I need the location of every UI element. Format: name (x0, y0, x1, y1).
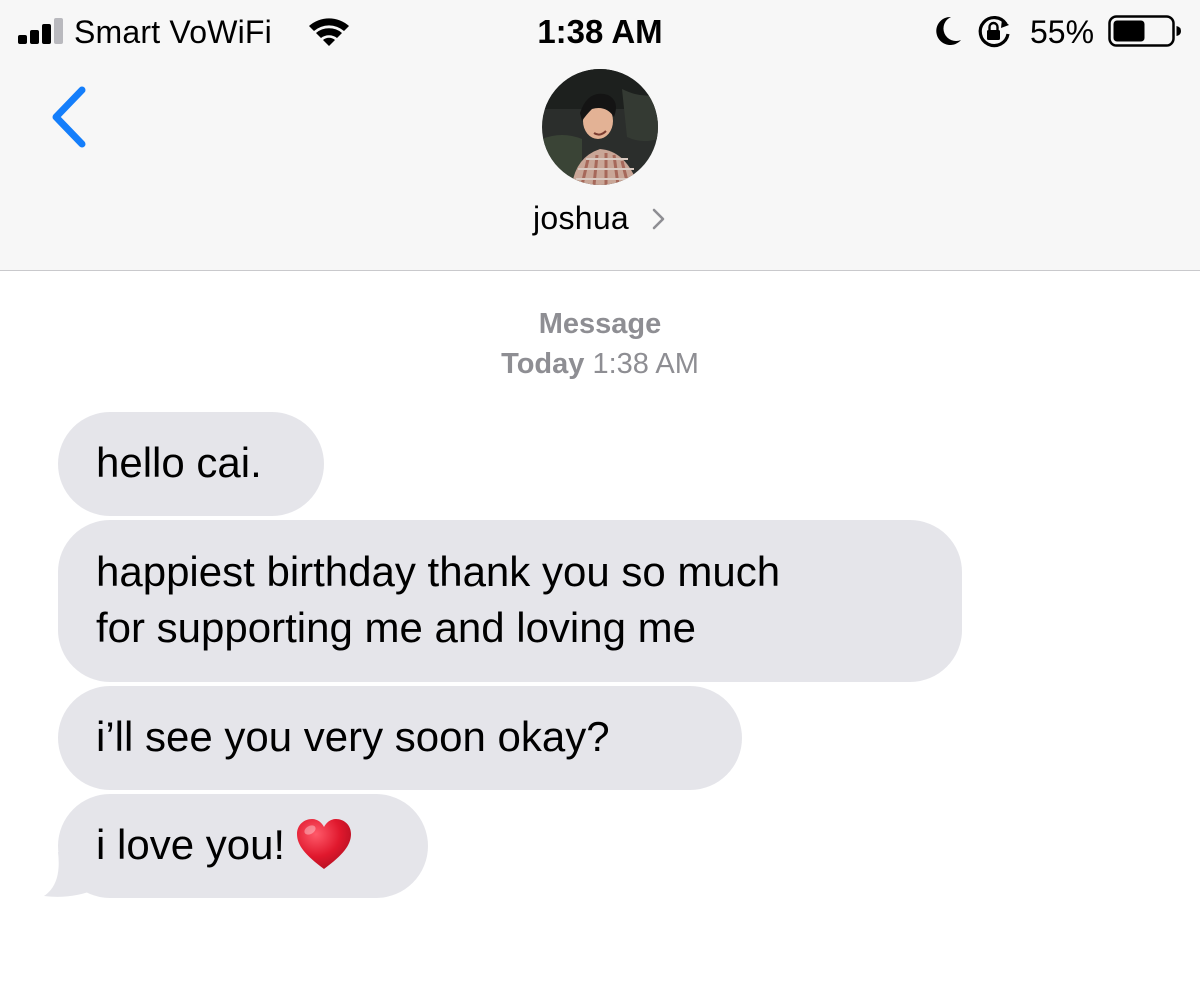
battery-percentage: 55% (1030, 14, 1095, 50)
navigation-header: Smart VoWiFi 1:38 AM 55% joshua (0, 0, 1200, 271)
message-bubble[interactable]: happiest birthday thank you so much for … (58, 520, 962, 682)
message-text-line: for supporting me and loving me (96, 604, 696, 651)
lock-rotation-icon (978, 16, 1010, 48)
avatar-photo (542, 69, 658, 185)
timestamp-time: 1:38 AM (592, 348, 699, 380)
message-text: hello cai. (96, 439, 262, 486)
status-time: 1:38 AM (537, 13, 663, 50)
status-bar: Smart VoWiFi 1:38 AM 55% (0, 0, 1200, 62)
moon-icon (936, 16, 961, 45)
message-text: i’ll see you very soon okay? (96, 713, 610, 760)
message-bubble[interactable]: hello cai. (58, 412, 324, 516)
message-text-line: happiest birthday thank you so much (96, 548, 781, 595)
battery-icon (1108, 15, 1181, 47)
contact-header[interactable]: joshua (0, 196, 1200, 240)
timestamp-line: Today 1:38 AM (0, 344, 1200, 384)
message-text: i love you! (96, 821, 286, 868)
chevron-right-icon[interactable] (651, 207, 667, 231)
service-label: Message (538, 308, 662, 340)
chevron-left-icon[interactable] (44, 82, 90, 152)
message-bubble[interactable]: i love you! (58, 794, 428, 898)
contact-name[interactable]: joshua (533, 200, 629, 236)
heart-icon (297, 819, 352, 869)
conversation-timestamp: Message Today 1:38 AM (0, 304, 1200, 384)
message-bubble[interactable]: i’ll see you very soon okay? (58, 686, 742, 790)
timestamp-day: Today (501, 348, 585, 380)
avatar[interactable] (542, 69, 658, 185)
